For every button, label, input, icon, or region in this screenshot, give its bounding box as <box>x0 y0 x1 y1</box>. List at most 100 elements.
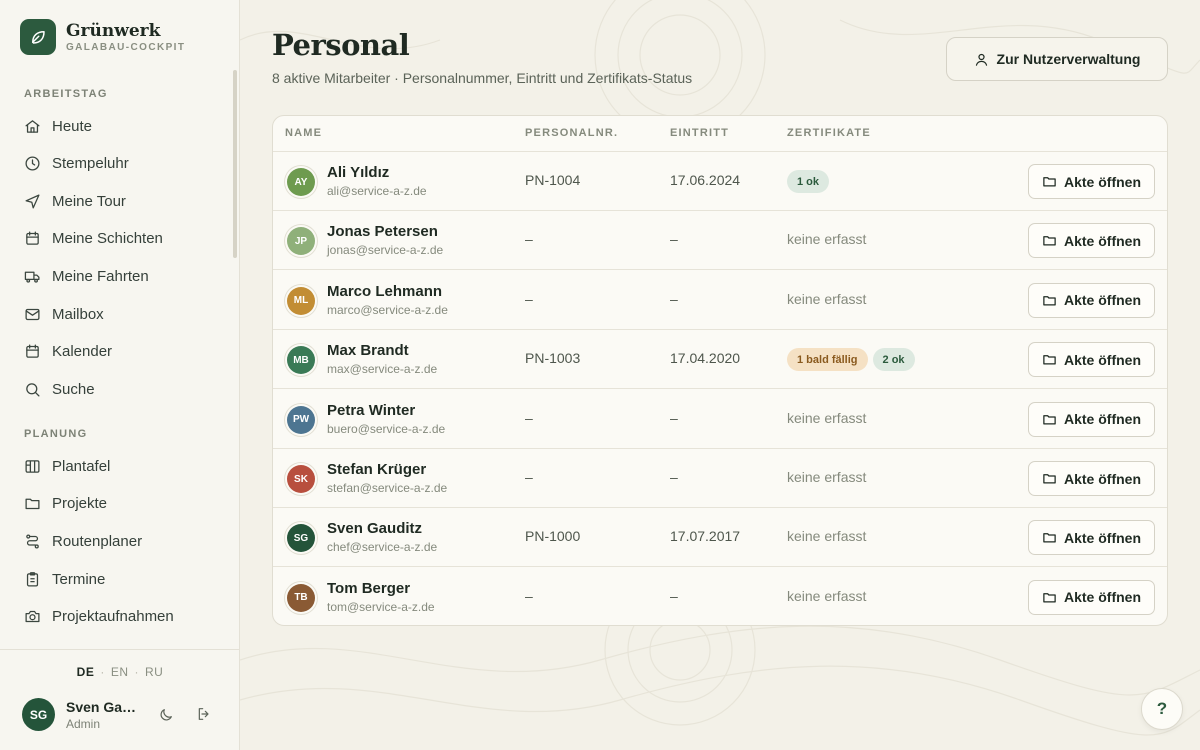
employee-email: chef@service-a-z.de <box>327 540 438 555</box>
sidebar-item-projektaufnahmen[interactable]: Projektaufnahmen <box>24 604 174 628</box>
entry-date: 17.06.2024 <box>670 172 741 188</box>
nav-scrollbar[interactable] <box>233 70 237 258</box>
sidebar-footer: DE·EN·RU SG Sven Gauditz Admin <box>0 649 240 750</box>
sidebar-item-termine[interactable]: Termine <box>24 567 105 591</box>
table-row: JP Jonas Petersen jonas@service-a-z.de – – ke… <box>273 211 1167 271</box>
open-file-button[interactable]: Akte öffnen <box>1028 579 1155 615</box>
employee-name: Max Brandt <box>327 342 409 360</box>
certificate-status: keine erfasst <box>787 469 867 485</box>
sidebar-item-label: Routenplaner <box>52 532 143 550</box>
folder-icon <box>25 498 40 509</box>
sidebar-item-label: Meine Schichten <box>52 229 163 247</box>
sidebar-item-suche[interactable]: Suche <box>24 377 95 401</box>
personnel-number: – <box>525 469 533 485</box>
route-icon <box>26 533 39 549</box>
table-row: AY Ali Yıldız ali@service-a-z.de PN-1004 17.… <box>273 152 1167 211</box>
sidebar-item-plantafel[interactable]: Plantafel <box>24 454 110 478</box>
open-file-button[interactable]: Akte öffnen <box>1028 164 1155 199</box>
clock-icon <box>25 155 40 171</box>
sidebar-item-heute[interactable]: Heute <box>24 114 92 138</box>
open-file-button[interactable]: Akte öffnen <box>1028 401 1155 437</box>
user-admin-button[interactable]: Zur Nutzerverwaltung <box>946 37 1168 81</box>
table-row: MB Max Brandt max@service-a-z.de PN-1003 17.… <box>273 330 1167 390</box>
personnel-number: – <box>525 409 533 426</box>
board-icon <box>25 459 40 473</box>
open-file-button-label: Akte öffnen <box>1064 529 1141 546</box>
sidebar-item-label: Heute <box>52 117 93 135</box>
sidebar-item-label: Plantafel <box>52 457 111 475</box>
folder-icon <box>1043 414 1056 425</box>
status-badge: 1 bald fällig <box>787 348 868 372</box>
open-file-button[interactable]: Akte öffnen <box>1028 520 1155 556</box>
certificate-status: keine erfasst <box>787 528 867 545</box>
clipboard-icon <box>26 571 39 587</box>
lang-ru[interactable]: RU <box>145 665 163 679</box>
open-file-button-label: Akte öffnen <box>1064 411 1141 428</box>
open-file-button[interactable]: Akte öffnen <box>1028 223 1155 259</box>
leaf-logo-icon <box>20 19 56 55</box>
sidebar-item-routenplaner[interactable]: Routenplaner <box>24 529 142 553</box>
nav-section-arbeitstag: ARBEITSTAG <box>24 88 108 100</box>
page-title: Personal <box>272 28 410 62</box>
employee-email: ali@service-a-z.de <box>327 184 427 198</box>
status-badge: 2 ok <box>872 348 915 372</box>
avatar[interactable]: SG <box>22 698 55 731</box>
theme-toggle-button[interactable] <box>154 703 178 727</box>
employee-email: tom@service-a-z.de <box>327 599 435 614</box>
sidebar-item-label: Projekte <box>52 494 108 512</box>
column-header-name: NAME <box>285 127 323 139</box>
personnel-number: PN-1000 <box>525 528 581 545</box>
truck-icon <box>24 271 40 283</box>
personnel-number: PN-1004 <box>525 172 581 188</box>
open-file-button-label: Akte öffnen <box>1064 470 1141 487</box>
sidebar-item-meine-fahrten[interactable]: Meine Fahrten <box>24 264 149 288</box>
calendar-icon <box>26 230 39 245</box>
sidebar-item-stempeluhr[interactable]: Stempeluhr <box>24 151 129 175</box>
employee-name: Sven Gauditz <box>327 520 423 538</box>
open-file-button[interactable]: Akte öffnen <box>1028 282 1155 318</box>
navigation-icon <box>25 193 40 209</box>
avatar: SG <box>287 524 315 553</box>
status-badge: 1 ok <box>787 170 830 193</box>
open-file-button[interactable]: Akte öffnen <box>1028 342 1155 378</box>
personnel-number: – <box>525 587 533 604</box>
entry-date: – <box>670 587 678 604</box>
sidebar-item-label: Mailbox <box>52 305 104 323</box>
column-header-eintritt: EINTRITT <box>670 127 730 139</box>
personnel-number: – <box>525 231 533 248</box>
table-row: ML Marco Lehmann marco@service-a-z.de – – kei… <box>273 271 1167 330</box>
user-role: Admin <box>66 717 101 731</box>
open-file-button-label: Akte öffnen <box>1064 589 1141 606</box>
logout-button[interactable] <box>192 702 216 726</box>
sidebar-item-kalender[interactable]: Kalender <box>24 339 112 363</box>
sidebar-item-mailbox[interactable]: Mailbox <box>24 302 104 326</box>
open-file-button[interactable]: Akte öffnen <box>1028 461 1155 496</box>
help-button[interactable]: ? <box>1141 688 1183 730</box>
entry-date: 17.07.2017 <box>670 528 741 545</box>
brand[interactable]: Grünwerk GALABAU-COCKPIT <box>20 19 185 55</box>
sidebar-item-meine-tour[interactable]: Meine Tour <box>24 189 126 213</box>
sidebar: Grünwerk GALABAU-COCKPIT ARBEITSTAG Heut… <box>0 0 240 750</box>
certificate-status: keine erfasst <box>787 231 867 248</box>
home-icon <box>25 119 40 133</box>
table-header: NAME PERSONALNR. EINTRITT ZERTIFIKATE <box>273 116 1167 152</box>
sidebar-item-projekte[interactable]: Projekte <box>24 491 107 515</box>
employee-name: Ali Yıldız <box>327 164 390 181</box>
table-row: PW Petra Winter buero@service-a-z.de – – kein… <box>273 390 1167 449</box>
folder-icon <box>1043 295 1056 306</box>
mail-icon <box>25 308 40 320</box>
lang-de[interactable]: DE <box>77 665 95 679</box>
lang-en[interactable]: EN <box>111 665 129 679</box>
column-header-personalnr: PERSONALNR. <box>525 127 619 139</box>
personnel-number: – <box>525 290 533 307</box>
employee-name: Stefan Krüger <box>327 461 427 478</box>
folder-icon <box>1043 236 1056 246</box>
column-header-zertifikate: ZERTIFIKATE <box>787 127 871 139</box>
sidebar-item-label: Stempeluhr <box>52 154 129 172</box>
nav-section-planung: PLANUNG <box>24 428 88 440</box>
certificate-status: keine erfasst <box>787 587 867 604</box>
avatar: AY <box>287 168 315 196</box>
table-row: SK Stefan Krüger stefan@service-a-z.de – – ke… <box>273 449 1167 508</box>
folder-icon <box>1043 592 1056 603</box>
sidebar-item-meine-schichten[interactable]: Meine Schichten <box>24 226 163 250</box>
